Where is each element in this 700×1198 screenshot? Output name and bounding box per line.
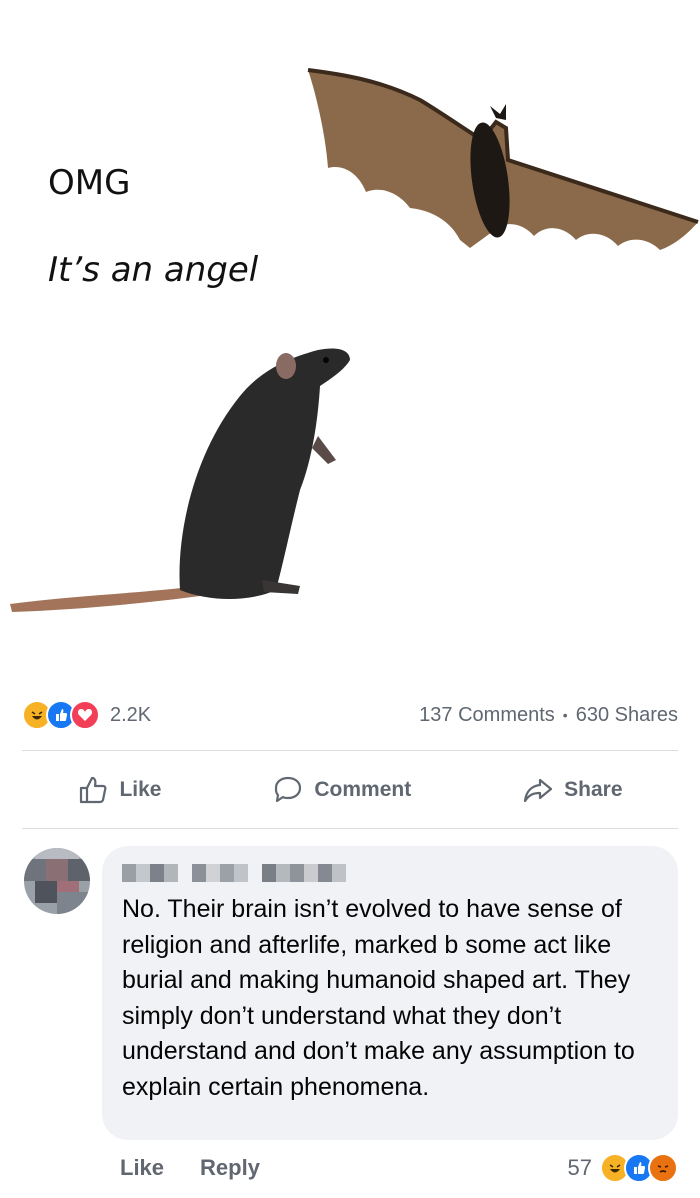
thumbs-up-icon — [80, 776, 107, 804]
divider — [22, 828, 678, 829]
like-button[interactable]: Like — [47, 768, 191, 812]
post-actions: Like Comment Share — [22, 765, 678, 815]
bat-illustration — [307, 68, 699, 250]
share-button[interactable]: Share — [492, 768, 652, 812]
comment-reactions[interactable]: 57 — [568, 1153, 678, 1183]
stats-separator: • — [562, 707, 568, 723]
reactions-count: 2.2K — [110, 703, 152, 726]
like-label: Like — [119, 778, 162, 801]
share-label: Share — [564, 778, 623, 801]
reactions-summary[interactable]: 2.2K — [22, 700, 151, 730]
post-image[interactable]: OMG It’s an angel — [0, 0, 700, 680]
comment-label: Comment — [314, 778, 412, 801]
comment-reaction-count: 57 — [567, 1155, 592, 1180]
commenter-name-pixelated[interactable] — [122, 860, 358, 886]
comment-footer: Like Reply 57 — [120, 1152, 678, 1184]
comment-icon — [275, 776, 302, 803]
divider — [22, 750, 678, 751]
comments-count[interactable]: 137 Comments — [419, 704, 555, 727]
comment-button[interactable]: Comment — [242, 768, 441, 812]
post-stats-bar: 2.2K 137 Comments • 630 Shares — [22, 700, 678, 730]
rat-illustration — [10, 348, 350, 612]
shares-count[interactable]: 630 Shares — [576, 704, 678, 727]
share-icon — [524, 778, 553, 803]
love-icon — [70, 700, 100, 730]
angry-icon — [648, 1153, 678, 1183]
comment-text: No. Their brain isn’t evolved to have se… — [122, 895, 635, 1101]
meme-caption-line2: It’s an angel — [48, 250, 259, 290]
comment-reply-link[interactable]: Reply — [200, 1155, 260, 1181]
avatar[interactable] — [24, 848, 90, 914]
comment-like-link[interactable]: Like — [120, 1155, 164, 1181]
meme-caption-line1: OMG — [48, 163, 131, 203]
comment-bubble: No. Their brain isn’t evolved to have se… — [102, 846, 678, 1140]
